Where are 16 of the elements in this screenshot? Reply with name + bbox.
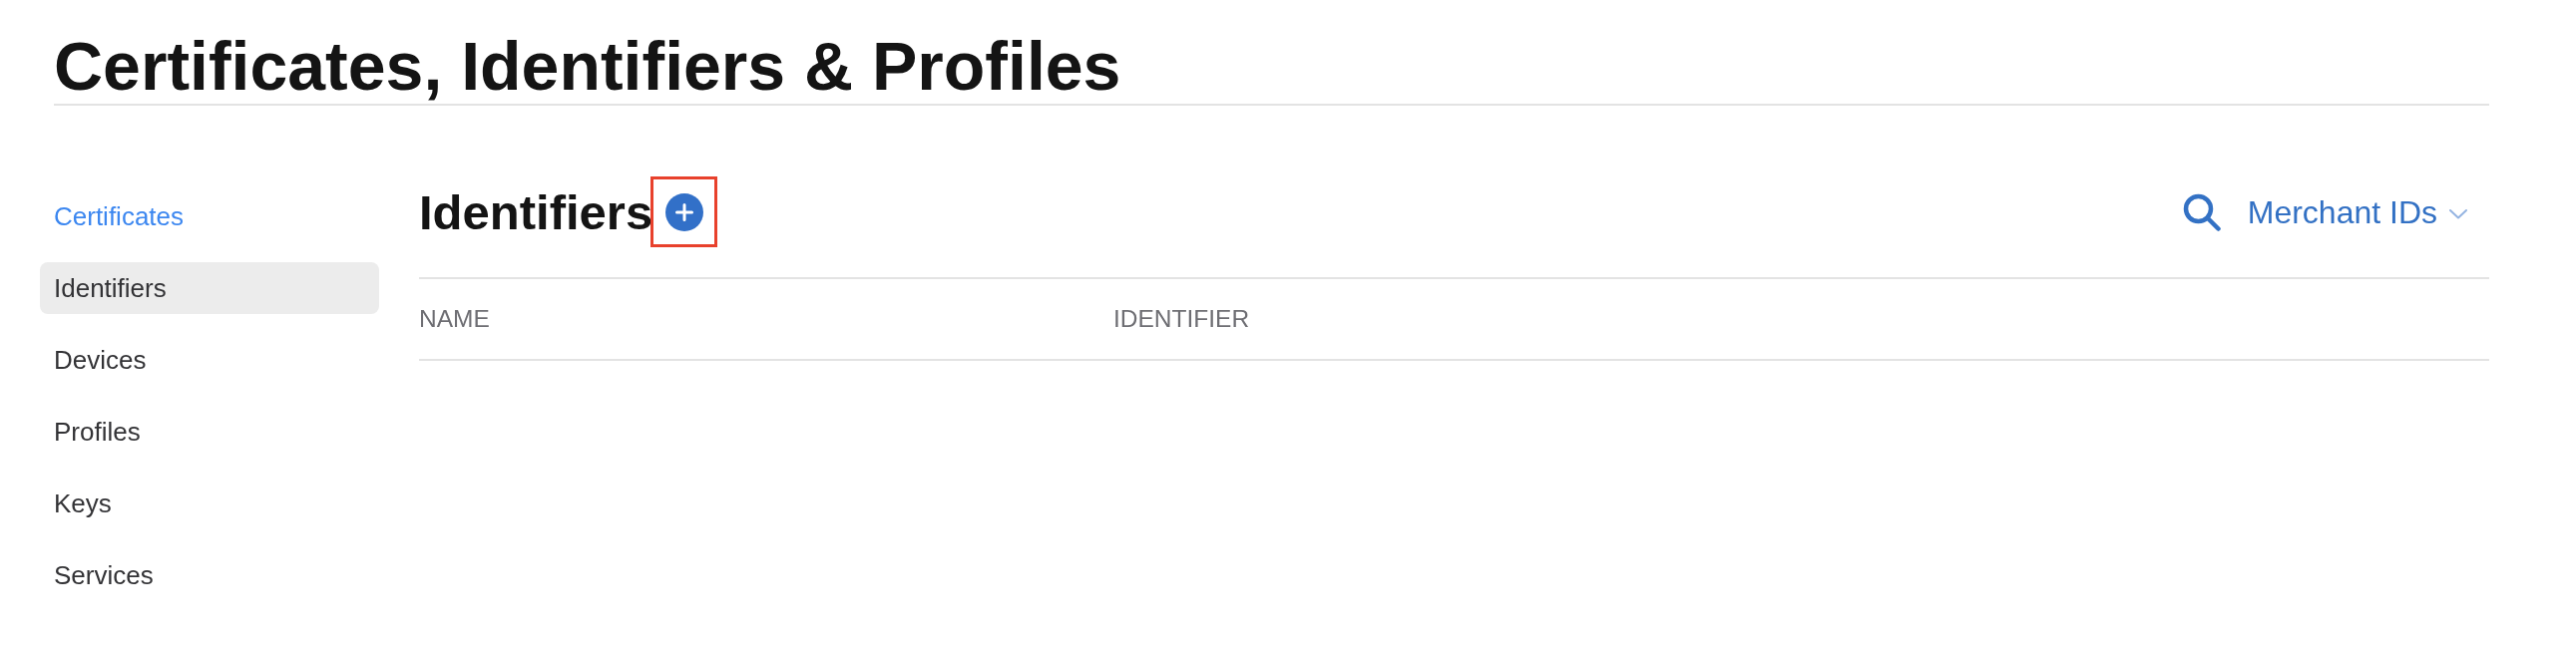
sidebar-item[interactable]: Devices (40, 334, 379, 386)
sidebar-item[interactable]: Identifiers (40, 262, 379, 314)
search-button[interactable] (2182, 193, 2221, 231)
sidebar-item[interactable]: Services (40, 549, 379, 601)
sidebar-item[interactable]: Profiles (40, 406, 379, 458)
section-title: Identifiers (419, 190, 653, 234)
search-icon (2182, 193, 2221, 231)
sidebar-item[interactable]: Keys (40, 478, 379, 529)
page-title: Certificates, Identifiers & Profiles (54, 28, 1121, 104)
chevron-down-icon (2449, 209, 2467, 219)
column-header: NAME (419, 305, 491, 333)
column-header: IDENTIFIER (1113, 305, 1250, 333)
add-button[interactable] (665, 193, 704, 231)
plus-icon (675, 203, 694, 221)
sidebar-item[interactable]: Certificates (40, 190, 379, 242)
filter-dropdown[interactable]: Merchant IDs (2247, 193, 2467, 231)
